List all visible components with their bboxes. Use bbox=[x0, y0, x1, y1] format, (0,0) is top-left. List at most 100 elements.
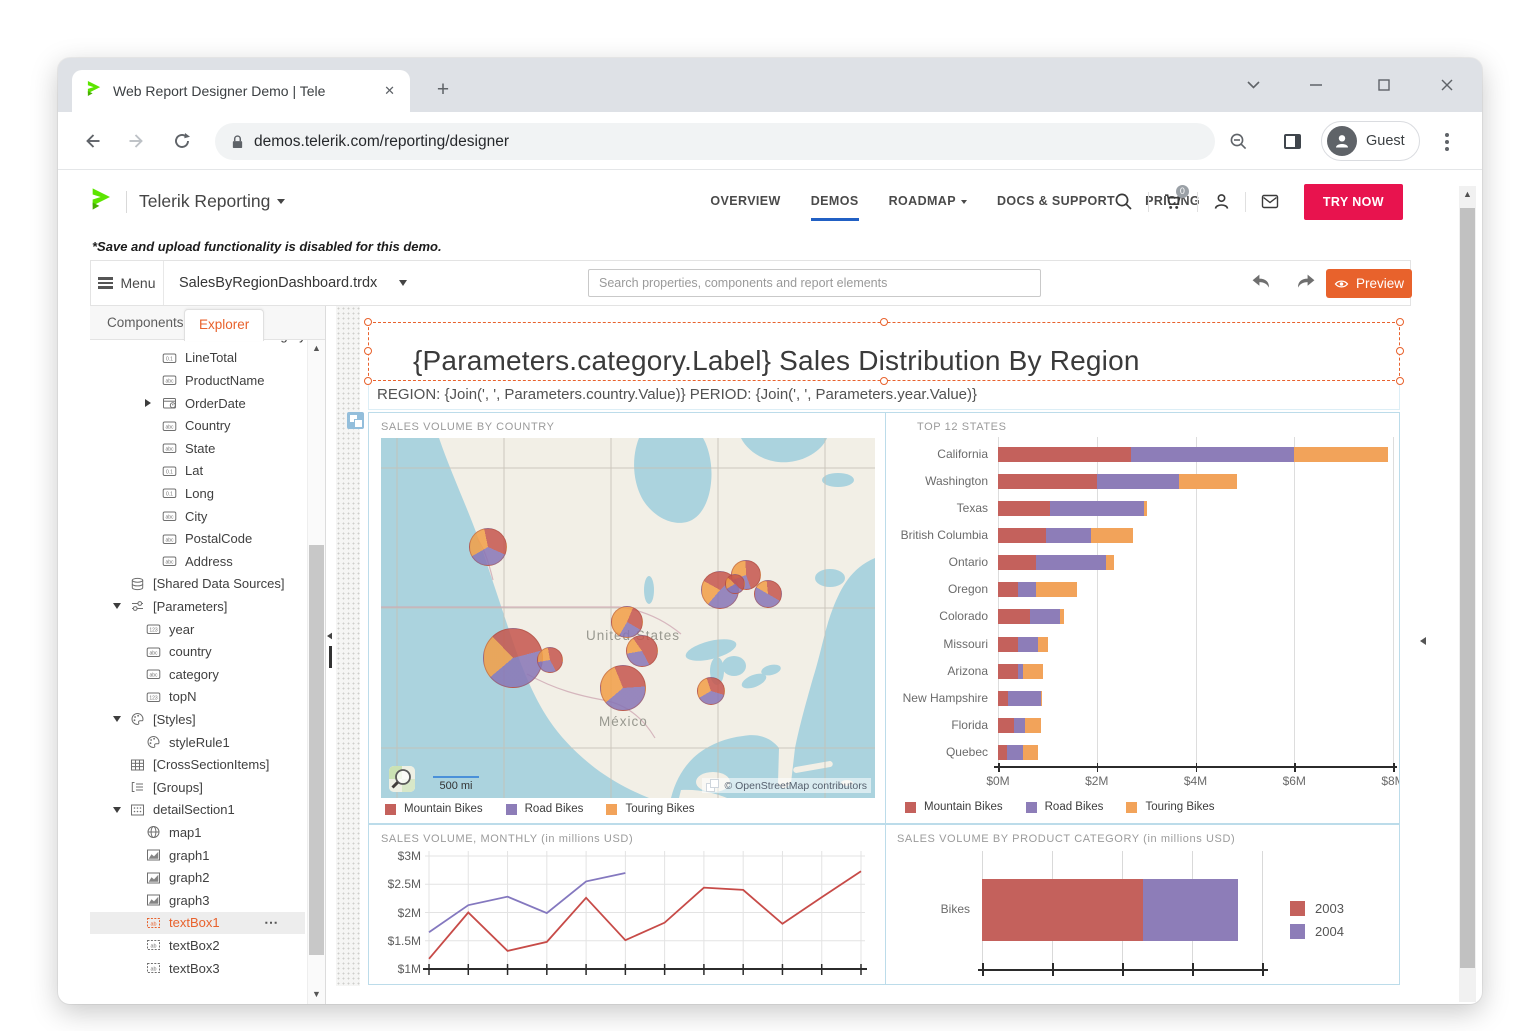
product-chart-panel[interactable]: SALES VOLUME BY PRODUCT CATEGORY (in mil… bbox=[885, 824, 1400, 985]
graph-icon bbox=[146, 871, 163, 885]
legend-swatch bbox=[905, 802, 916, 813]
tab-explorer[interactable]: Explorer bbox=[184, 309, 264, 341]
tree-item-map1[interactable]: map1 bbox=[90, 821, 305, 844]
tree-item-year[interactable]: 123year bbox=[90, 618, 305, 641]
window-close-icon[interactable] bbox=[1434, 72, 1460, 98]
tree-item-category[interactable]: abccategory bbox=[90, 663, 305, 686]
icon-divider bbox=[1148, 192, 1149, 212]
tree-item-textbox3[interactable]: abtextBox3 bbox=[90, 957, 305, 980]
tree-item-stylerule1[interactable]: styleRule1 bbox=[90, 731, 305, 754]
tree-item-lat[interactable]: 0.1Lat bbox=[90, 460, 305, 483]
report-subtitle-textbox[interactable]: REGION: {Join(', ', Parameters.country.V… bbox=[368, 381, 1400, 410]
osm-logo-icon[interactable] bbox=[389, 766, 415, 792]
page-scrollbar-thumb[interactable] bbox=[1460, 208, 1475, 968]
scroll-down-icon[interactable]: ▼ bbox=[308, 986, 325, 1002]
search-icon[interactable] bbox=[1103, 192, 1144, 211]
redo-icon[interactable] bbox=[1296, 273, 1318, 293]
collapse-icon[interactable] bbox=[113, 603, 121, 609]
try-now-button[interactable]: TRY NOW bbox=[1304, 184, 1403, 220]
brand[interactable]: Telerik Reporting bbox=[90, 187, 285, 216]
tree-item-long[interactable]: 0.1Long bbox=[90, 482, 305, 505]
resize-handle[interactable] bbox=[1396, 377, 1404, 385]
resize-handle[interactable] bbox=[364, 318, 372, 326]
tree-item-orderdate[interactable]: OrderDate bbox=[90, 392, 305, 415]
detail-section-icon[interactable] bbox=[347, 412, 364, 429]
new-tab-button[interactable]: + bbox=[430, 78, 456, 104]
preview-button[interactable]: Preview bbox=[1326, 269, 1412, 298]
tree-item-label: PostalCode bbox=[185, 531, 252, 546]
map-panel[interactable]: SALES VOLUME BY COUNTRY bbox=[368, 412, 886, 824]
browser-window: Web Report Designer Demo | Tele ✕ + de bbox=[58, 58, 1482, 1004]
tree-item-textbox2[interactable]: abtextBox2 bbox=[90, 934, 305, 957]
layers-icon[interactable] bbox=[706, 779, 719, 792]
tree-item-crosssectionitems[interactable]: [CrossSectionItems] bbox=[90, 753, 305, 776]
properties-collapse-icon[interactable] bbox=[1420, 637, 1426, 645]
tree-item-topn[interactable]: 123topN bbox=[90, 686, 305, 709]
tree-item-linetotal[interactable]: 0.1LineTotal bbox=[90, 347, 305, 370]
window-search-tabs-icon[interactable] bbox=[1240, 72, 1266, 98]
tree-item-graph1[interactable]: graph1 bbox=[90, 844, 305, 867]
reload-icon[interactable] bbox=[170, 129, 194, 153]
resize-handle[interactable] bbox=[880, 377, 888, 385]
telerik-logo-icon bbox=[90, 187, 114, 216]
tree-item-parameters[interactable]: [Parameters] bbox=[90, 595, 305, 618]
tree-item-shareddatasources[interactable]: [Shared Data Sources] bbox=[90, 573, 305, 596]
resize-handle[interactable] bbox=[364, 377, 372, 385]
resize-handle[interactable] bbox=[1396, 347, 1404, 355]
zoom-out-icon[interactable] bbox=[1226, 129, 1250, 153]
scroll-up-icon[interactable]: ▲ bbox=[308, 340, 325, 356]
tree-item-textbox1[interactable]: abtextBox1⋯ bbox=[90, 912, 305, 935]
back-icon[interactable] bbox=[80, 129, 104, 153]
nav-docs-support[interactable]: DOCS & SUPPORT bbox=[997, 170, 1115, 233]
scrollbar-thumb[interactable] bbox=[309, 545, 324, 955]
tree-item-detailsection1[interactable]: detailSection1 bbox=[90, 799, 305, 822]
tree-item-state[interactable]: abcState bbox=[90, 437, 305, 460]
browser-menu-icon[interactable] bbox=[1443, 130, 1451, 154]
tree-item-country[interactable]: abccountry bbox=[90, 640, 305, 663]
nav-roadmap[interactable]: ROADMAP bbox=[889, 170, 967, 233]
side-panel-icon[interactable] bbox=[1280, 129, 1304, 153]
monthly-chart-panel[interactable]: SALES VOLUME, MONTHLY (in millions USD) … bbox=[368, 824, 886, 985]
nav-demos[interactable]: DEMOS bbox=[811, 170, 859, 233]
nav-overview[interactable]: OVERVIEW bbox=[710, 170, 780, 233]
svg-text:abc: abc bbox=[149, 650, 158, 656]
menu-button[interactable]: Menu bbox=[91, 261, 164, 305]
undo-icon[interactable] bbox=[1251, 273, 1273, 293]
tree-item-graph3[interactable]: graph3 bbox=[90, 889, 305, 912]
sidebar-scrollbar[interactable]: ▲ ▼ bbox=[307, 340, 325, 1004]
top12-category-label: Colorado bbox=[886, 609, 988, 623]
resize-handle[interactable] bbox=[364, 347, 372, 355]
collapse-icon[interactable] bbox=[113, 807, 121, 813]
profile-button[interactable]: Guest bbox=[1321, 121, 1420, 161]
report-file-selector[interactable]: SalesByRegionDashboard.trdx bbox=[179, 261, 407, 305]
tab-components[interactable]: Components bbox=[97, 306, 194, 340]
resize-handle[interactable] bbox=[1396, 318, 1404, 326]
top12-chart-panel[interactable]: TOP 12 STATES $0M$2M$4M$6M$8MCaliforniaW… bbox=[885, 412, 1400, 824]
window-maximize-icon[interactable] bbox=[1371, 72, 1397, 98]
account-icon[interactable] bbox=[1202, 193, 1241, 210]
page-scrollbar[interactable]: ▲ bbox=[1459, 186, 1476, 1002]
forward-icon[interactable] bbox=[124, 129, 148, 153]
more-options-icon[interactable]: ⋯ bbox=[264, 914, 279, 931]
contact-icon[interactable] bbox=[1250, 194, 1290, 209]
site-header: Telerik Reporting OVERVIEW DEMOS ROADMAP DO… bbox=[58, 170, 1458, 233]
resize-handle[interactable] bbox=[880, 318, 888, 326]
page-scroll-up-icon[interactable]: ▲ bbox=[1459, 186, 1476, 202]
url-bar[interactable]: demos.telerik.com/reporting/designer bbox=[215, 123, 1215, 160]
browser-tab[interactable]: Web Report Designer Demo | Tele ✕ bbox=[72, 70, 410, 112]
tab-close-icon[interactable]: ✕ bbox=[379, 81, 400, 101]
collapse-icon[interactable] bbox=[113, 716, 121, 722]
cart-icon[interactable]: 0 bbox=[1153, 193, 1193, 210]
expand-icon[interactable] bbox=[145, 399, 151, 407]
tree-item-productname[interactable]: abcProductName bbox=[90, 369, 305, 392]
tree-item-groups[interactable]: [Groups] bbox=[90, 776, 305, 799]
tree-item-country[interactable]: abcCountry bbox=[90, 414, 305, 437]
tree-item-graph2[interactable]: graph2 bbox=[90, 866, 305, 889]
window-minimize-icon[interactable] bbox=[1303, 72, 1329, 98]
designer-search-input[interactable] bbox=[588, 269, 1041, 297]
tree-item-city[interactable]: abcCity bbox=[90, 505, 305, 528]
tree-item-styles[interactable]: [Styles] bbox=[90, 708, 305, 731]
report-title-textbox[interactable]: {Parameters.category.Label} Sales Distri… bbox=[368, 322, 1400, 381]
tree-item-address[interactable]: abcAddress bbox=[90, 550, 305, 573]
tree-item-postalcode[interactable]: abcPostalCode bbox=[90, 527, 305, 550]
